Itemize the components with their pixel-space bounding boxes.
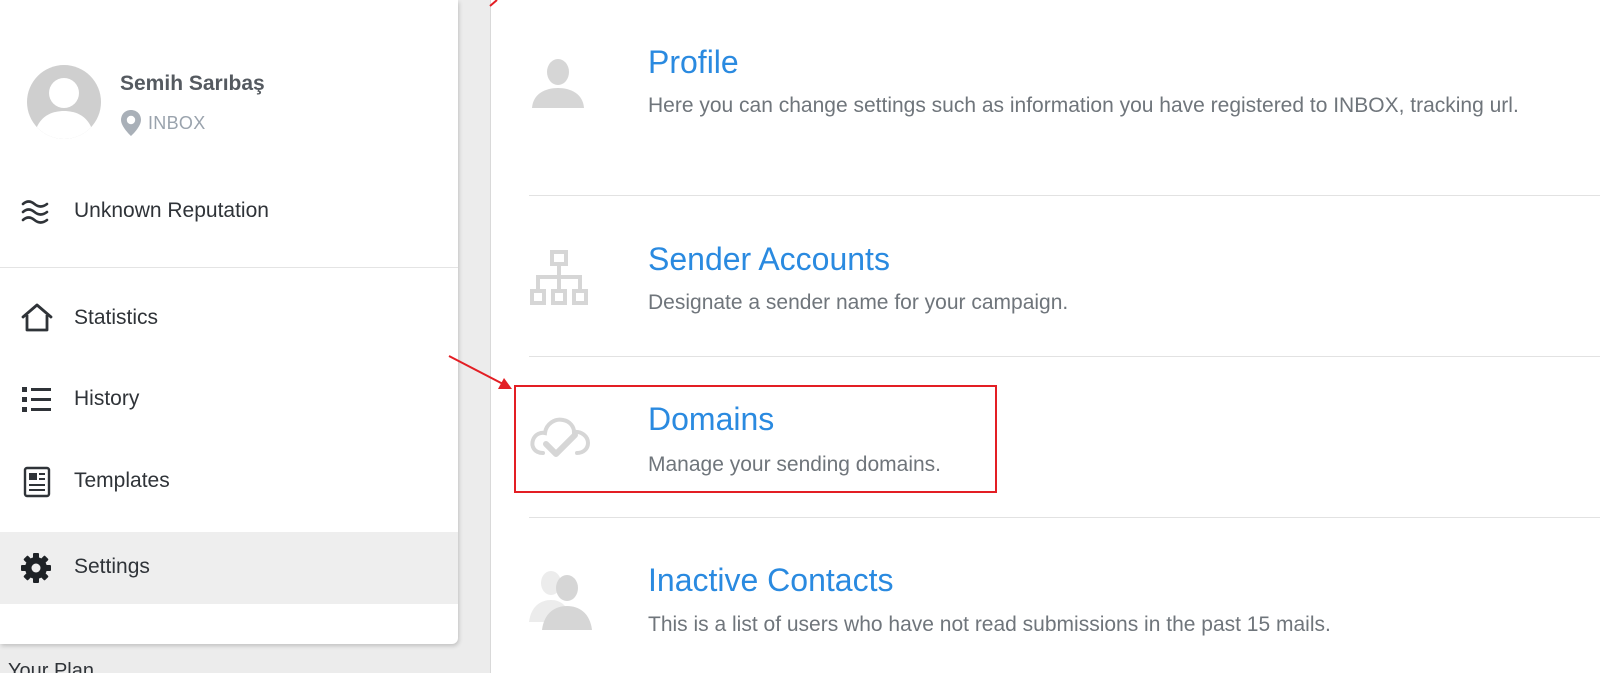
section-description: Designate a sender name for your campaig…	[648, 291, 1069, 314]
sitemap-icon	[530, 250, 588, 305]
gear-icon	[21, 553, 51, 583]
users-icon	[529, 571, 592, 630]
settings-panel: Profile Here you can change settings suc…	[490, 0, 1600, 673]
sidebar-item-settings[interactable]: Settings	[0, 532, 458, 604]
user-location-text: INBOX	[148, 113, 206, 133]
sidebar-divider	[0, 267, 458, 268]
newspaper-icon	[23, 466, 51, 498]
section-divider	[529, 195, 1600, 196]
avatar[interactable]	[27, 65, 101, 139]
reputation-label: Unknown Reputation	[74, 199, 269, 222]
section-title-inactive-contacts[interactable]: Inactive Contacts	[648, 562, 893, 599]
map-pin-icon	[121, 110, 141, 136]
home-icon	[21, 303, 53, 332]
section-description: This is a list of users who have not rea…	[648, 613, 1331, 636]
sidebar-item-templates[interactable]: Templates	[0, 447, 458, 519]
list-icon	[22, 387, 51, 412]
sidebar-item-statistics[interactable]: Statistics	[0, 283, 458, 355]
section-title-profile[interactable]: Profile	[648, 44, 739, 81]
section-divider	[529, 356, 1600, 357]
sidebar: Semih Sarıbaş INBOX Unknown Reputation S…	[0, 0, 458, 644]
sidebar-item-history[interactable]: History	[0, 365, 458, 437]
waves-icon	[21, 200, 49, 224]
sidebar-item-label: Statistics	[74, 306, 159, 329]
sidebar-item-label: Templates	[74, 469, 170, 492]
annotation-highlight-box	[514, 385, 997, 493]
user-icon	[532, 59, 584, 108]
avatar-placeholder-icon	[34, 78, 94, 139]
section-divider	[529, 517, 1600, 518]
your-plan-heading: Your Plan	[8, 660, 94, 673]
page: Semih Sarıbaş INBOX Unknown Reputation S…	[0, 0, 1600, 673]
sidebar-item-label: History	[74, 387, 140, 410]
section-title-sender-accounts[interactable]: Sender Accounts	[648, 241, 890, 278]
reputation-status[interactable]: Unknown Reputation	[0, 188, 458, 240]
section-description: Here you can change settings such as inf…	[648, 94, 1519, 117]
sidebar-item-label: Settings	[74, 555, 150, 578]
user-name: Semih Sarıbaş	[120, 72, 265, 95]
